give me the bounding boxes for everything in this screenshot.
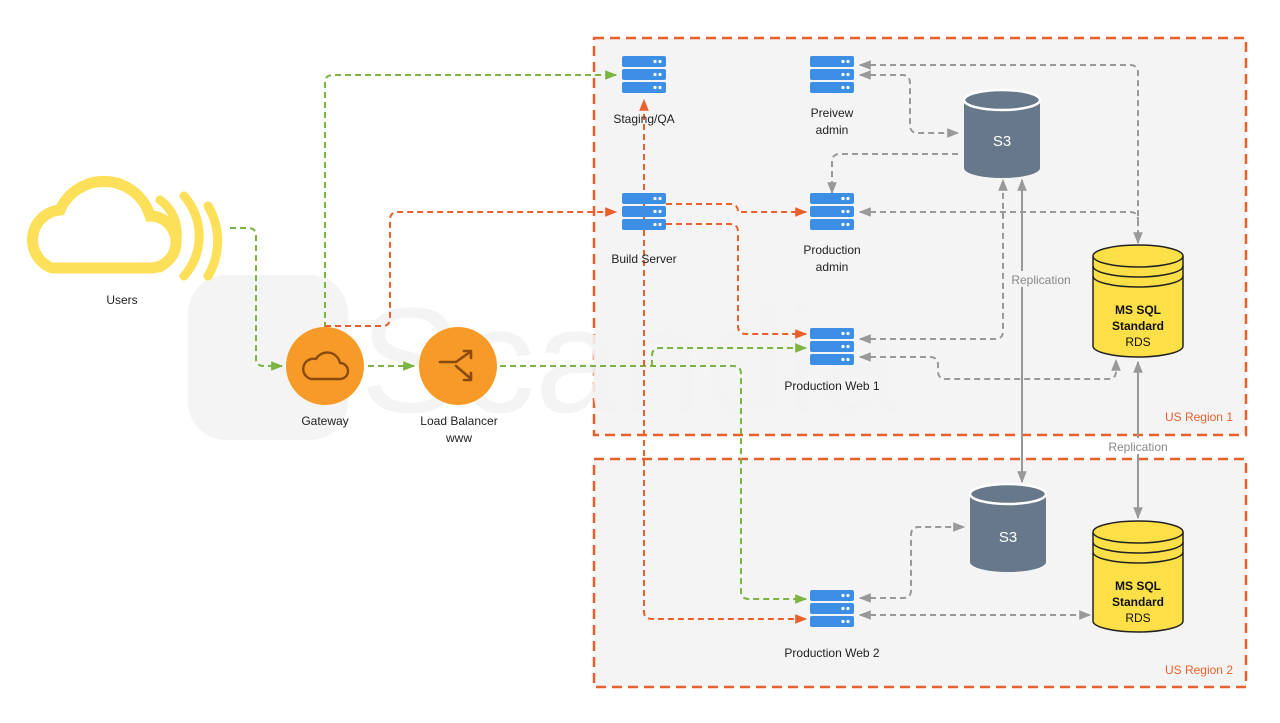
staging-qa-label: Staging/QA: [613, 112, 674, 126]
s3-region-1-label: S3: [993, 133, 1011, 150]
ms-sql-db-region-1[interactable]: MS SQL Standard RDS: [1092, 244, 1184, 358]
users-node: Users: [27, 175, 223, 307]
server-icon: [622, 193, 666, 230]
ms-sql-db-region-2[interactable]: MS SQL Standard RDS: [1092, 520, 1184, 633]
production-web-1-label: Production Web 1: [784, 379, 879, 393]
gateway-label: Gateway: [301, 414, 348, 428]
server-icon: [810, 590, 854, 627]
load-balancer-node[interactable]: Load Balancer www: [419, 327, 498, 445]
db-2-line3: RDS: [1125, 611, 1150, 625]
production-admin-label-line1: Production: [803, 243, 860, 257]
db-2-line2: Standard: [1112, 595, 1164, 609]
s3-replication-label: Replication: [1011, 273, 1070, 287]
server-icon: [810, 328, 854, 365]
users-label: Users: [106, 293, 137, 307]
s3-region-2[interactable]: S3: [968, 482, 1048, 572]
db-1-line2: Standard: [1112, 319, 1164, 333]
architecture-diagram: US Region 1 US Region 2 Scandia Replicat…: [27, 36, 1248, 689]
server-icon: [622, 56, 666, 93]
s3-region-2-label: S3: [999, 529, 1017, 546]
region-1-label: US Region 1: [1165, 410, 1233, 424]
load-balancer-label: Load Balancer: [420, 414, 497, 428]
server-icon: [810, 56, 854, 93]
db-replication-label: Replication: [1108, 440, 1167, 454]
server-icon: [810, 193, 854, 230]
db-1-line3: RDS: [1125, 335, 1150, 349]
storage-cylinder-icon: [968, 482, 1048, 572]
preview-admin-label-line2: admin: [816, 123, 849, 137]
load-balancer-sublabel: www: [445, 431, 472, 445]
region-2-label: US Region 2: [1165, 663, 1233, 677]
production-admin-label-line2: admin: [816, 260, 849, 274]
preview-admin-label-line1: Preivew: [811, 106, 854, 120]
db-2-line1: MS SQL: [1115, 579, 1161, 593]
production-web-2-label: Production Web 2: [784, 646, 879, 660]
s3-region-1[interactable]: S3: [962, 88, 1042, 178]
cloud-signal-icon: [27, 175, 223, 281]
build-server-label: Build Server: [611, 252, 676, 266]
db-1-line1: MS SQL: [1115, 303, 1161, 317]
